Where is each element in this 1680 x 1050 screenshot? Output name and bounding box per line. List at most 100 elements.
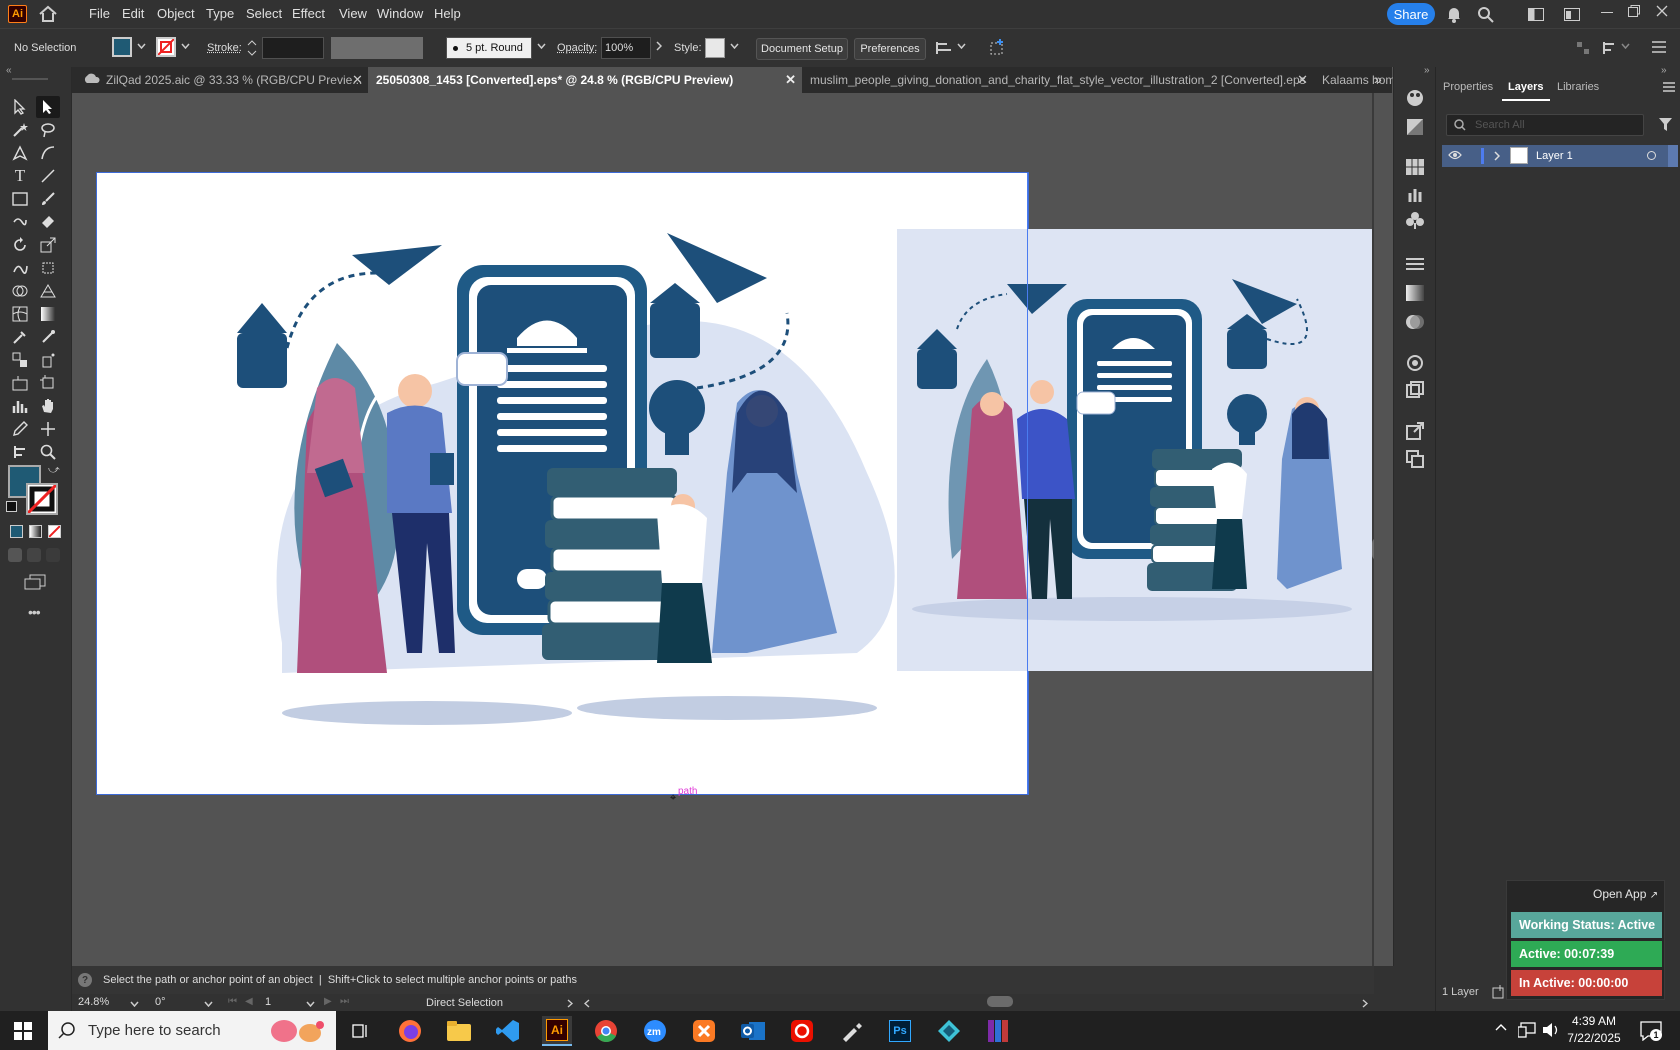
menu-window[interactable]: Window (377, 6, 423, 21)
vertical-scroll-thumb[interactable] (1372, 538, 1374, 560)
taskbar-search-box[interactable]: Type here to search (48, 1011, 336, 1050)
color-mode-icon[interactable] (10, 525, 23, 538)
zoom-tool-icon[interactable] (36, 441, 60, 463)
chevron-right-icon[interactable] (1494, 151, 1500, 161)
maximize-icon[interactable] (1628, 5, 1640, 17)
direct-selection-tool-icon[interactable] (36, 96, 60, 118)
type-tool-icon[interactable]: T (8, 165, 32, 187)
preferences-button[interactable]: Preferences (854, 38, 926, 60)
volume-icon[interactable] (1542, 1022, 1560, 1038)
chevron-right-icon[interactable] (1362, 999, 1368, 1008)
stroke-panel-icon[interactable] (1406, 257, 1424, 271)
artboard-field[interactable]: 1 (262, 996, 302, 1011)
open-app-link[interactable]: Open App ↗ (1593, 887, 1658, 901)
draw-normal-icon[interactable] (8, 548, 22, 562)
shaper-icon[interactable] (8, 211, 32, 233)
opacity-field[interactable]: 100% (601, 37, 651, 59)
prev-artboard-icon[interactable]: ◀ (245, 996, 253, 1007)
tab-close-icon[interactable]: ✕ (352, 72, 363, 88)
vertical-scrollbar[interactable] (1372, 93, 1374, 966)
locate-object-icon[interactable] (1492, 985, 1506, 999)
default-colors-icon[interactable] (6, 501, 17, 512)
distribute-icon[interactable] (1602, 41, 1618, 55)
bell-icon[interactable] (1446, 6, 1462, 23)
notifications-icon[interactable]: 1 (1640, 1021, 1662, 1041)
last-artboard-icon[interactable]: ⏭ (340, 996, 349, 1007)
chevron-down-icon[interactable] (1621, 43, 1630, 49)
rectangle-tool-icon[interactable] (8, 188, 32, 210)
tab-25050308[interactable]: 25050308_1453 [Converted].eps* @ 24.8 % … (368, 67, 802, 93)
clock-date[interactable]: 7/22/2025 (1565, 1031, 1623, 1045)
swap-colors-icon[interactable]: ⤻ (48, 464, 60, 477)
fill-swatch[interactable] (112, 37, 132, 57)
layer-row[interactable]: Layer 1 (1442, 145, 1678, 167)
menu-help[interactable]: Help (434, 6, 461, 21)
windows-start-icon[interactable] (8, 1016, 38, 1046)
menu-select[interactable]: Select (246, 6, 282, 21)
close-icon[interactable] (1656, 5, 1668, 17)
artwork-illustration[interactable] (97, 173, 1028, 794)
outlook-icon[interactable] (738, 1016, 768, 1046)
workspace-icon[interactable] (1528, 8, 1544, 21)
target-circle-icon[interactable] (1647, 151, 1656, 160)
chrome-icon[interactable] (591, 1016, 621, 1046)
chevron-right-icon[interactable] (567, 999, 573, 1008)
arrange-icon[interactable] (1564, 8, 1580, 21)
brush-dropdown[interactable]: 5 pt. Round (446, 37, 532, 59)
stroke-stepper[interactable] (246, 37, 258, 59)
pencil-icon[interactable] (8, 418, 32, 440)
task-view-icon[interactable] (346, 1016, 376, 1046)
measure-icon[interactable] (36, 326, 60, 348)
tab-properties[interactable]: Properties (1443, 81, 1493, 93)
chevron-down-icon[interactable] (130, 1001, 139, 1007)
layers-search-field[interactable]: Search All (1446, 114, 1644, 136)
variable-width-profile[interactable] (331, 37, 423, 59)
pen-app-icon[interactable] (836, 1016, 866, 1046)
chevron-down-icon[interactable] (181, 43, 190, 49)
selection-tool-icon[interactable] (8, 96, 32, 118)
none-mode-icon[interactable] (48, 525, 61, 538)
transparency-icon[interactable] (1406, 313, 1424, 331)
puppet-warp-icon[interactable] (8, 441, 32, 463)
layer-name[interactable]: Layer 1 (1536, 150, 1573, 162)
document-setup-button[interactable]: Document Setup (756, 38, 848, 60)
eye-icon[interactable] (1448, 150, 1462, 160)
eyedropper-icon[interactable] (8, 326, 32, 348)
chevron-down-icon[interactable] (957, 43, 966, 49)
clock-time[interactable]: 4:39 AM (1569, 1014, 1619, 1028)
transform-icon[interactable] (988, 38, 1006, 56)
menu-effect[interactable]: Effect (292, 6, 325, 21)
chevron-down-icon[interactable] (306, 1001, 315, 1007)
gradient-panel-icon[interactable] (1406, 285, 1424, 301)
pan-icon[interactable] (36, 418, 60, 440)
artboards-panel-icon[interactable] (1406, 450, 1424, 468)
free-transform-icon[interactable] (36, 257, 60, 279)
brushes-icon[interactable] (1406, 185, 1424, 203)
illustrator-taskbar-icon[interactable]: Ai (542, 1016, 572, 1046)
gradient-mode-icon[interactable] (29, 525, 42, 538)
home-icon[interactable] (38, 5, 58, 23)
style-swatch[interactable] (705, 38, 725, 58)
hamburger-menu-icon[interactable] (1652, 41, 1666, 53)
file-explorer-icon[interactable] (444, 1016, 474, 1046)
color-panel-icon[interactable] (1406, 89, 1424, 107)
reference-image[interactable] (897, 229, 1374, 671)
hand-tool-icon[interactable] (36, 395, 60, 417)
tray-overflow-icon[interactable] (1495, 1023, 1507, 1031)
network-icon[interactable] (1518, 1022, 1536, 1038)
chevron-down-icon[interactable] (137, 43, 146, 49)
panel-layout-icon[interactable] (1576, 41, 1590, 55)
stroke-color-swatch[interactable] (26, 483, 58, 515)
photoshop-icon[interactable]: Ps (885, 1016, 915, 1046)
menu-object[interactable]: Object (157, 6, 195, 21)
kite-app-icon[interactable] (934, 1016, 964, 1046)
shape-builder-icon[interactable] (8, 280, 32, 302)
line-tool-icon[interactable] (36, 165, 60, 187)
slice-icon[interactable] (8, 372, 32, 394)
magic-wand-icon[interactable] (8, 119, 32, 141)
paintbrush-icon[interactable] (36, 188, 60, 210)
warp-icon[interactable] (8, 257, 32, 279)
zoom-app-icon[interactable]: zm (640, 1016, 670, 1046)
mesh-icon[interactable] (8, 303, 32, 325)
menu-edit[interactable]: Edit (122, 6, 144, 21)
